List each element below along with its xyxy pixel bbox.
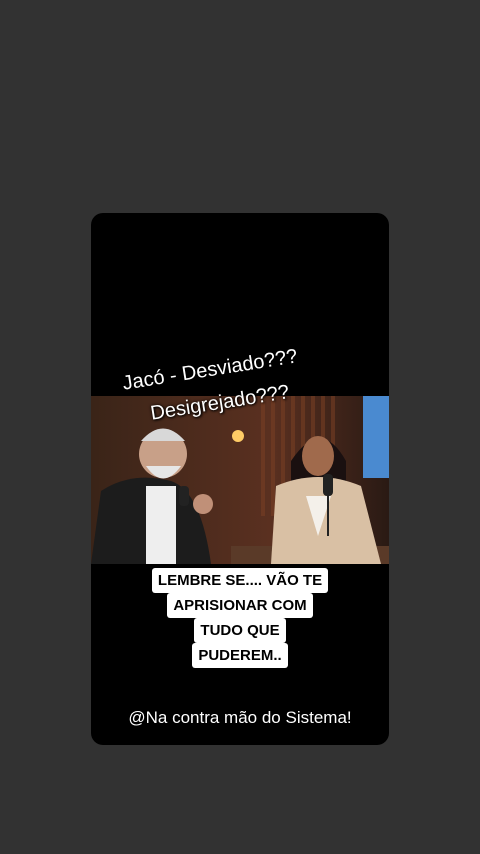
caption-line: PUDEREM..	[192, 643, 288, 668]
caption-line: TUDO QUE	[194, 618, 286, 643]
podcast-photo	[91, 396, 389, 564]
account-handle: @Na contra mão do Sistema!	[128, 708, 352, 727]
caption-line: LEMBRE SE.... VÃO TE	[151, 568, 329, 593]
caption-block: LEMBRE SE.... VÃO TE APRISIONAR COM TUDO…	[91, 568, 389, 668]
story-card[interactable]: Jacó - Desviado??? Desigrejado??? LEMBRE…	[91, 213, 389, 745]
caption-line: APRISIONAR COM	[167, 593, 313, 618]
